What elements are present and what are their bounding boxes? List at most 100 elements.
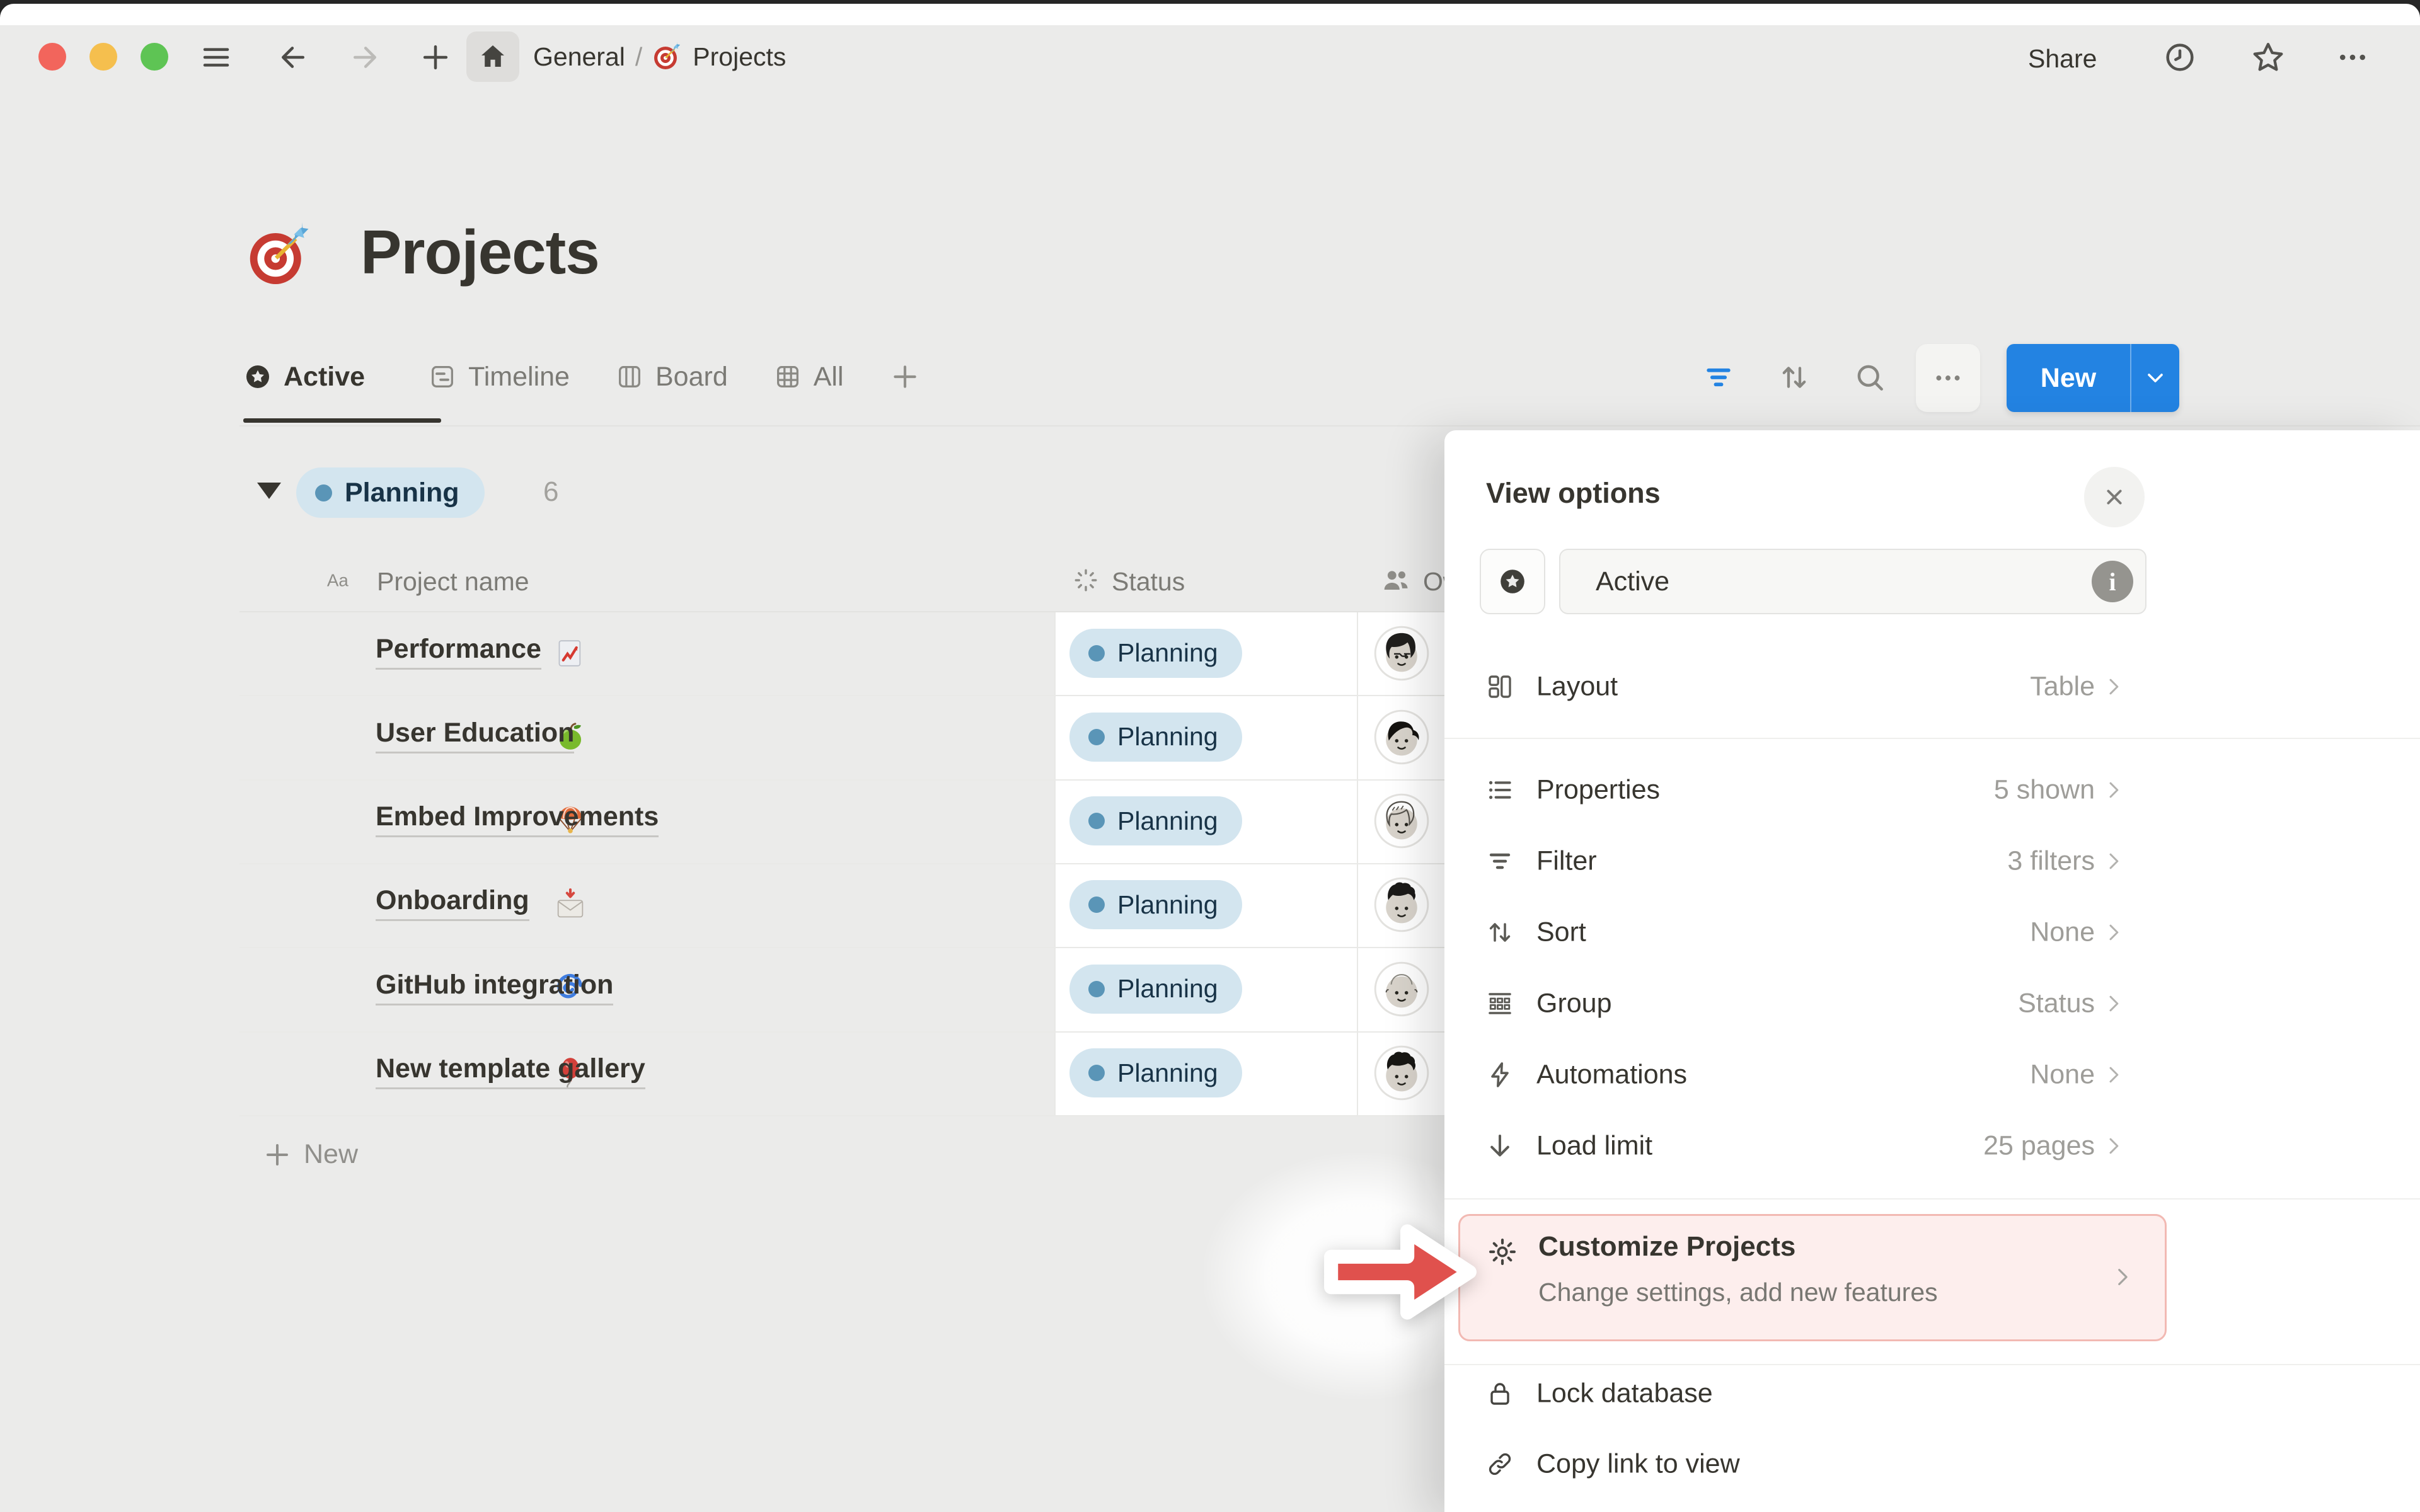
status-label: Planning <box>1117 974 1218 1004</box>
column-header-project-name[interactable]: Project name <box>377 567 529 597</box>
view-tab-timeline[interactable]: Timeline <box>428 362 570 392</box>
view-tab-board[interactable]: Board <box>615 362 728 392</box>
table-row[interactable]: New template gallery Planning <box>239 1031 1557 1115</box>
view-name-input[interactable]: Active i <box>1559 549 2146 614</box>
customize-subtitle: Change settings, add new features <box>1538 1278 1938 1307</box>
new-entry-dropdown[interactable] <box>2131 344 2179 412</box>
window-top-cap <box>0 4 2420 26</box>
view-tab-active[interactable]: Active <box>243 362 365 392</box>
link-icon <box>1485 1449 1515 1479</box>
project-name-link[interactable]: GitHub integration <box>376 970 613 1005</box>
back-icon[interactable] <box>276 40 310 74</box>
status-pill[interactable]: Planning <box>1069 713 1242 762</box>
panel-title: View options <box>1486 477 1661 510</box>
share-button[interactable]: Share <box>2028 44 2097 74</box>
avatar[interactable] <box>1374 793 1429 849</box>
copy-link-label: Copy link to view <box>1536 1449 1740 1480</box>
table-new-row-button[interactable]: New <box>262 1139 358 1170</box>
menu-item-value: Table <box>2030 671 2095 702</box>
project-name-link[interactable]: Embed Improvements <box>376 801 659 837</box>
info-icon[interactable]: i <box>2092 561 2133 602</box>
tab-icon <box>615 362 644 391</box>
column-header-status[interactable]: Status <box>1112 567 1185 597</box>
panel-divider <box>1444 1198 2420 1200</box>
panel-menu-item-group[interactable]: Group Status <box>1444 968 2420 1039</box>
customize-projects-item[interactable]: Customize Projects Change settings, add … <box>1458 1214 2167 1341</box>
home-icon <box>478 42 508 72</box>
menu-item-icon <box>1485 672 1515 702</box>
view-tab-all[interactable]: All <box>773 362 844 392</box>
lock-icon <box>1485 1378 1515 1409</box>
sort-toolbar-icon[interactable] <box>1777 360 1811 394</box>
breadcrumb-section[interactable]: General <box>533 42 625 72</box>
filter-toolbar-icon[interactable] <box>1702 360 1736 394</box>
table-row[interactable]: Embed Improvements Planning <box>239 779 1557 863</box>
new-entry-label[interactable]: New <box>2007 344 2131 412</box>
status-pill[interactable]: Planning <box>1069 629 1242 678</box>
menu-item-icon <box>1485 988 1515 1019</box>
avatar[interactable] <box>1374 709 1429 765</box>
copy-link-item[interactable]: Copy link to view <box>1444 1429 2420 1499</box>
status-pill[interactable]: Planning <box>1069 796 1242 845</box>
panel-menu-item-automations[interactable]: Automations None <box>1444 1039 2420 1110</box>
status-pill[interactable]: Planning <box>1069 1048 1242 1097</box>
panel-menu-item-filter[interactable]: Filter 3 filters <box>1444 825 2420 896</box>
new-entry-button[interactable]: New <box>2007 344 2179 412</box>
status-pill[interactable]: Planning <box>1069 965 1242 1014</box>
table-row[interactable]: Performance Planning <box>239 611 1557 695</box>
red-arrow-annotation <box>1321 1208 1480 1336</box>
window-close-button[interactable] <box>38 43 66 71</box>
group-count: 6 <box>543 476 558 508</box>
home-button[interactable] <box>466 32 519 82</box>
group-collapse-triangle-icon[interactable] <box>257 483 281 499</box>
panel-menu-item-layout[interactable]: Layout Table <box>1444 651 2420 722</box>
table-row[interactable]: User Education Planning <box>239 695 1557 779</box>
menu-item-icon <box>1485 775 1515 805</box>
new-page-icon[interactable] <box>418 40 452 74</box>
more-options-icon[interactable] <box>2336 40 2370 74</box>
lock-database-item[interactable]: Lock database <box>1444 1358 2420 1429</box>
svg-text:Aa: Aa <box>327 571 349 590</box>
panel-menu-item-sort[interactable]: Sort None <box>1444 896 2420 968</box>
tabs-divider <box>239 425 2420 427</box>
view-icon-button[interactable] <box>1480 549 1545 614</box>
panel-close-button[interactable] <box>2084 467 2145 527</box>
search-icon[interactable] <box>1853 360 1887 394</box>
menu-item-value: 3 filters <box>2007 845 2095 876</box>
project-name-link[interactable]: Performance <box>376 634 541 670</box>
target-icon <box>652 42 683 72</box>
avatar[interactable] <box>1374 1045 1429 1101</box>
chevron-right-icon <box>2109 1264 2136 1290</box>
status-pill[interactable]: Planning <box>1069 880 1242 929</box>
avatar[interactable] <box>1374 877 1429 932</box>
menu-item-icon <box>1485 917 1515 948</box>
breadcrumb-page[interactable]: Projects <box>693 42 786 72</box>
add-view-icon[interactable] <box>889 361 921 392</box>
table-row[interactable]: GitHub integration Planning <box>239 947 1557 1031</box>
view-more-button[interactable] <box>1916 344 1980 412</box>
favorite-star-icon[interactable] <box>2250 39 2286 76</box>
window-minimize-button[interactable] <box>89 43 117 71</box>
tab-icon <box>243 362 272 391</box>
project-name-link[interactable]: User Education <box>376 718 574 753</box>
forward-icon[interactable] <box>348 40 382 74</box>
panel-menu-item-properties[interactable]: Properties 5 shown <box>1444 754 2420 825</box>
avatar[interactable] <box>1374 961 1429 1017</box>
avatar[interactable] <box>1374 626 1429 681</box>
menu-item-label: Layout <box>1536 671 1618 702</box>
window-zoom-button[interactable] <box>141 43 168 71</box>
menu-item-label: Automations <box>1536 1059 1687 1090</box>
chevron-down-icon <box>2143 365 2168 391</box>
clock-icon[interactable] <box>2163 40 2197 74</box>
panel-menu-item-load-limit[interactable]: Load limit 25 pages <box>1444 1110 2420 1181</box>
project-name-link[interactable]: New template gallery <box>376 1053 645 1089</box>
customize-title: Customize Projects <box>1538 1231 1795 1263</box>
status-label: Planning <box>1117 638 1218 668</box>
sidebar-menu-icon[interactable] <box>199 40 233 74</box>
view-tabs: Active Timeline Board All <box>243 348 921 406</box>
status-dot-icon <box>1088 896 1105 913</box>
project-name-link[interactable]: Onboarding <box>376 885 529 921</box>
page-icon-target[interactable] <box>246 222 314 290</box>
table-row[interactable]: Onboarding Planning <box>239 863 1557 947</box>
group-status-pill[interactable]: Planning <box>296 467 485 518</box>
